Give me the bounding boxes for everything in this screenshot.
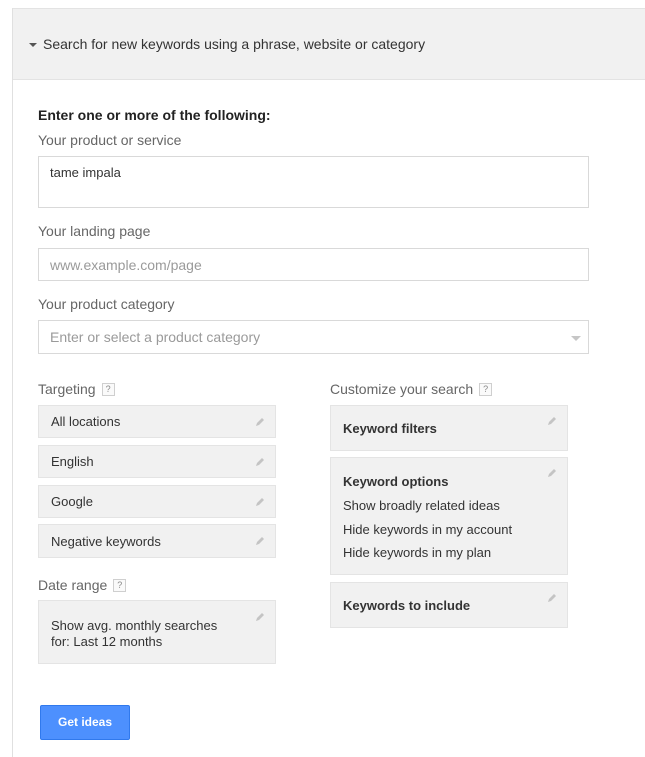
keyword-filters-title: Keyword filters xyxy=(343,421,437,436)
product-label: Your product or service xyxy=(38,132,182,148)
targeting-item-label: English xyxy=(51,454,94,469)
keyword-options-title: Keyword options xyxy=(343,474,449,489)
edit-pencil-icon[interactable] xyxy=(254,611,266,623)
targeting-item-locations[interactable]: All locations xyxy=(38,405,276,438)
edit-pencil-icon[interactable] xyxy=(254,456,266,468)
targeting-item-language[interactable]: English xyxy=(38,445,276,478)
keyword-option-line: Show broadly related ideas xyxy=(343,498,500,513)
customize-label-text: Customize your search xyxy=(330,381,474,397)
date-range-setting[interactable]: Show avg. monthly searches for: Last 12 … xyxy=(38,600,276,664)
keyword-option-line: Hide keywords in my account xyxy=(343,522,513,537)
edit-pencil-icon[interactable] xyxy=(546,592,558,604)
customize-help-icon[interactable]: ? xyxy=(479,383,493,396)
edit-pencil-icon[interactable] xyxy=(546,415,558,427)
customize-label: Customize your search? xyxy=(330,381,493,397)
date-range-help-icon[interactable]: ? xyxy=(113,579,127,592)
section-header[interactable]: Search for new keywords using a phrase, … xyxy=(13,8,645,80)
date-range-line2: for: Last 12 months xyxy=(51,634,163,649)
keyword-option-line: Hide keywords in my plan xyxy=(343,545,492,560)
date-range-label: Date range? xyxy=(38,577,127,593)
keyword-options-setting[interactable]: Keyword options Show broadly related ide… xyxy=(330,457,568,575)
collapse-caret-icon[interactable] xyxy=(29,43,37,47)
targeting-item-label: Negative keywords xyxy=(51,534,161,549)
targeting-item-negative-keywords[interactable]: Negative keywords xyxy=(38,524,276,558)
targeting-item-label: Google xyxy=(51,494,93,509)
edit-pencil-icon[interactable] xyxy=(254,496,266,508)
landing-page-placeholder: www.example.com/page xyxy=(50,257,202,273)
targeting-item-label: All locations xyxy=(51,414,121,429)
category-select[interactable]: Enter or select a product category xyxy=(38,320,589,354)
landing-page-input[interactable]: www.example.com/page xyxy=(38,248,589,281)
category-label: Your product category xyxy=(38,296,175,312)
targeting-label: Targeting? xyxy=(38,381,115,397)
section-title: Search for new keywords using a phrase, … xyxy=(43,36,426,52)
edit-pencil-icon[interactable] xyxy=(254,535,266,547)
date-range-label-text: Date range xyxy=(38,577,108,593)
targeting-item-network[interactable]: Google xyxy=(38,485,276,518)
targeting-label-text: Targeting xyxy=(38,381,96,397)
form-intro: Enter one or more of the following: xyxy=(38,107,271,123)
dropdown-arrow-icon[interactable] xyxy=(571,336,581,341)
get-ideas-button[interactable]: Get ideas xyxy=(40,705,130,740)
edit-pencil-icon[interactable] xyxy=(254,416,266,428)
keyword-search-panel: Search for new keywords using a phrase, … xyxy=(12,8,645,757)
targeting-help-icon[interactable]: ? xyxy=(101,383,115,396)
keywords-to-include-title: Keywords to include xyxy=(343,598,471,613)
product-input-value: tame impala xyxy=(50,165,121,180)
landing-page-label: Your landing page xyxy=(38,223,151,239)
keyword-filters-setting[interactable]: Keyword filters xyxy=(330,405,568,451)
keywords-to-include-setting[interactable]: Keywords to include xyxy=(330,582,568,628)
product-input[interactable]: tame impala xyxy=(38,156,589,208)
date-range-line1: Show avg. monthly searches xyxy=(51,618,218,633)
category-placeholder: Enter or select a product category xyxy=(50,329,261,345)
edit-pencil-icon[interactable] xyxy=(546,467,558,479)
